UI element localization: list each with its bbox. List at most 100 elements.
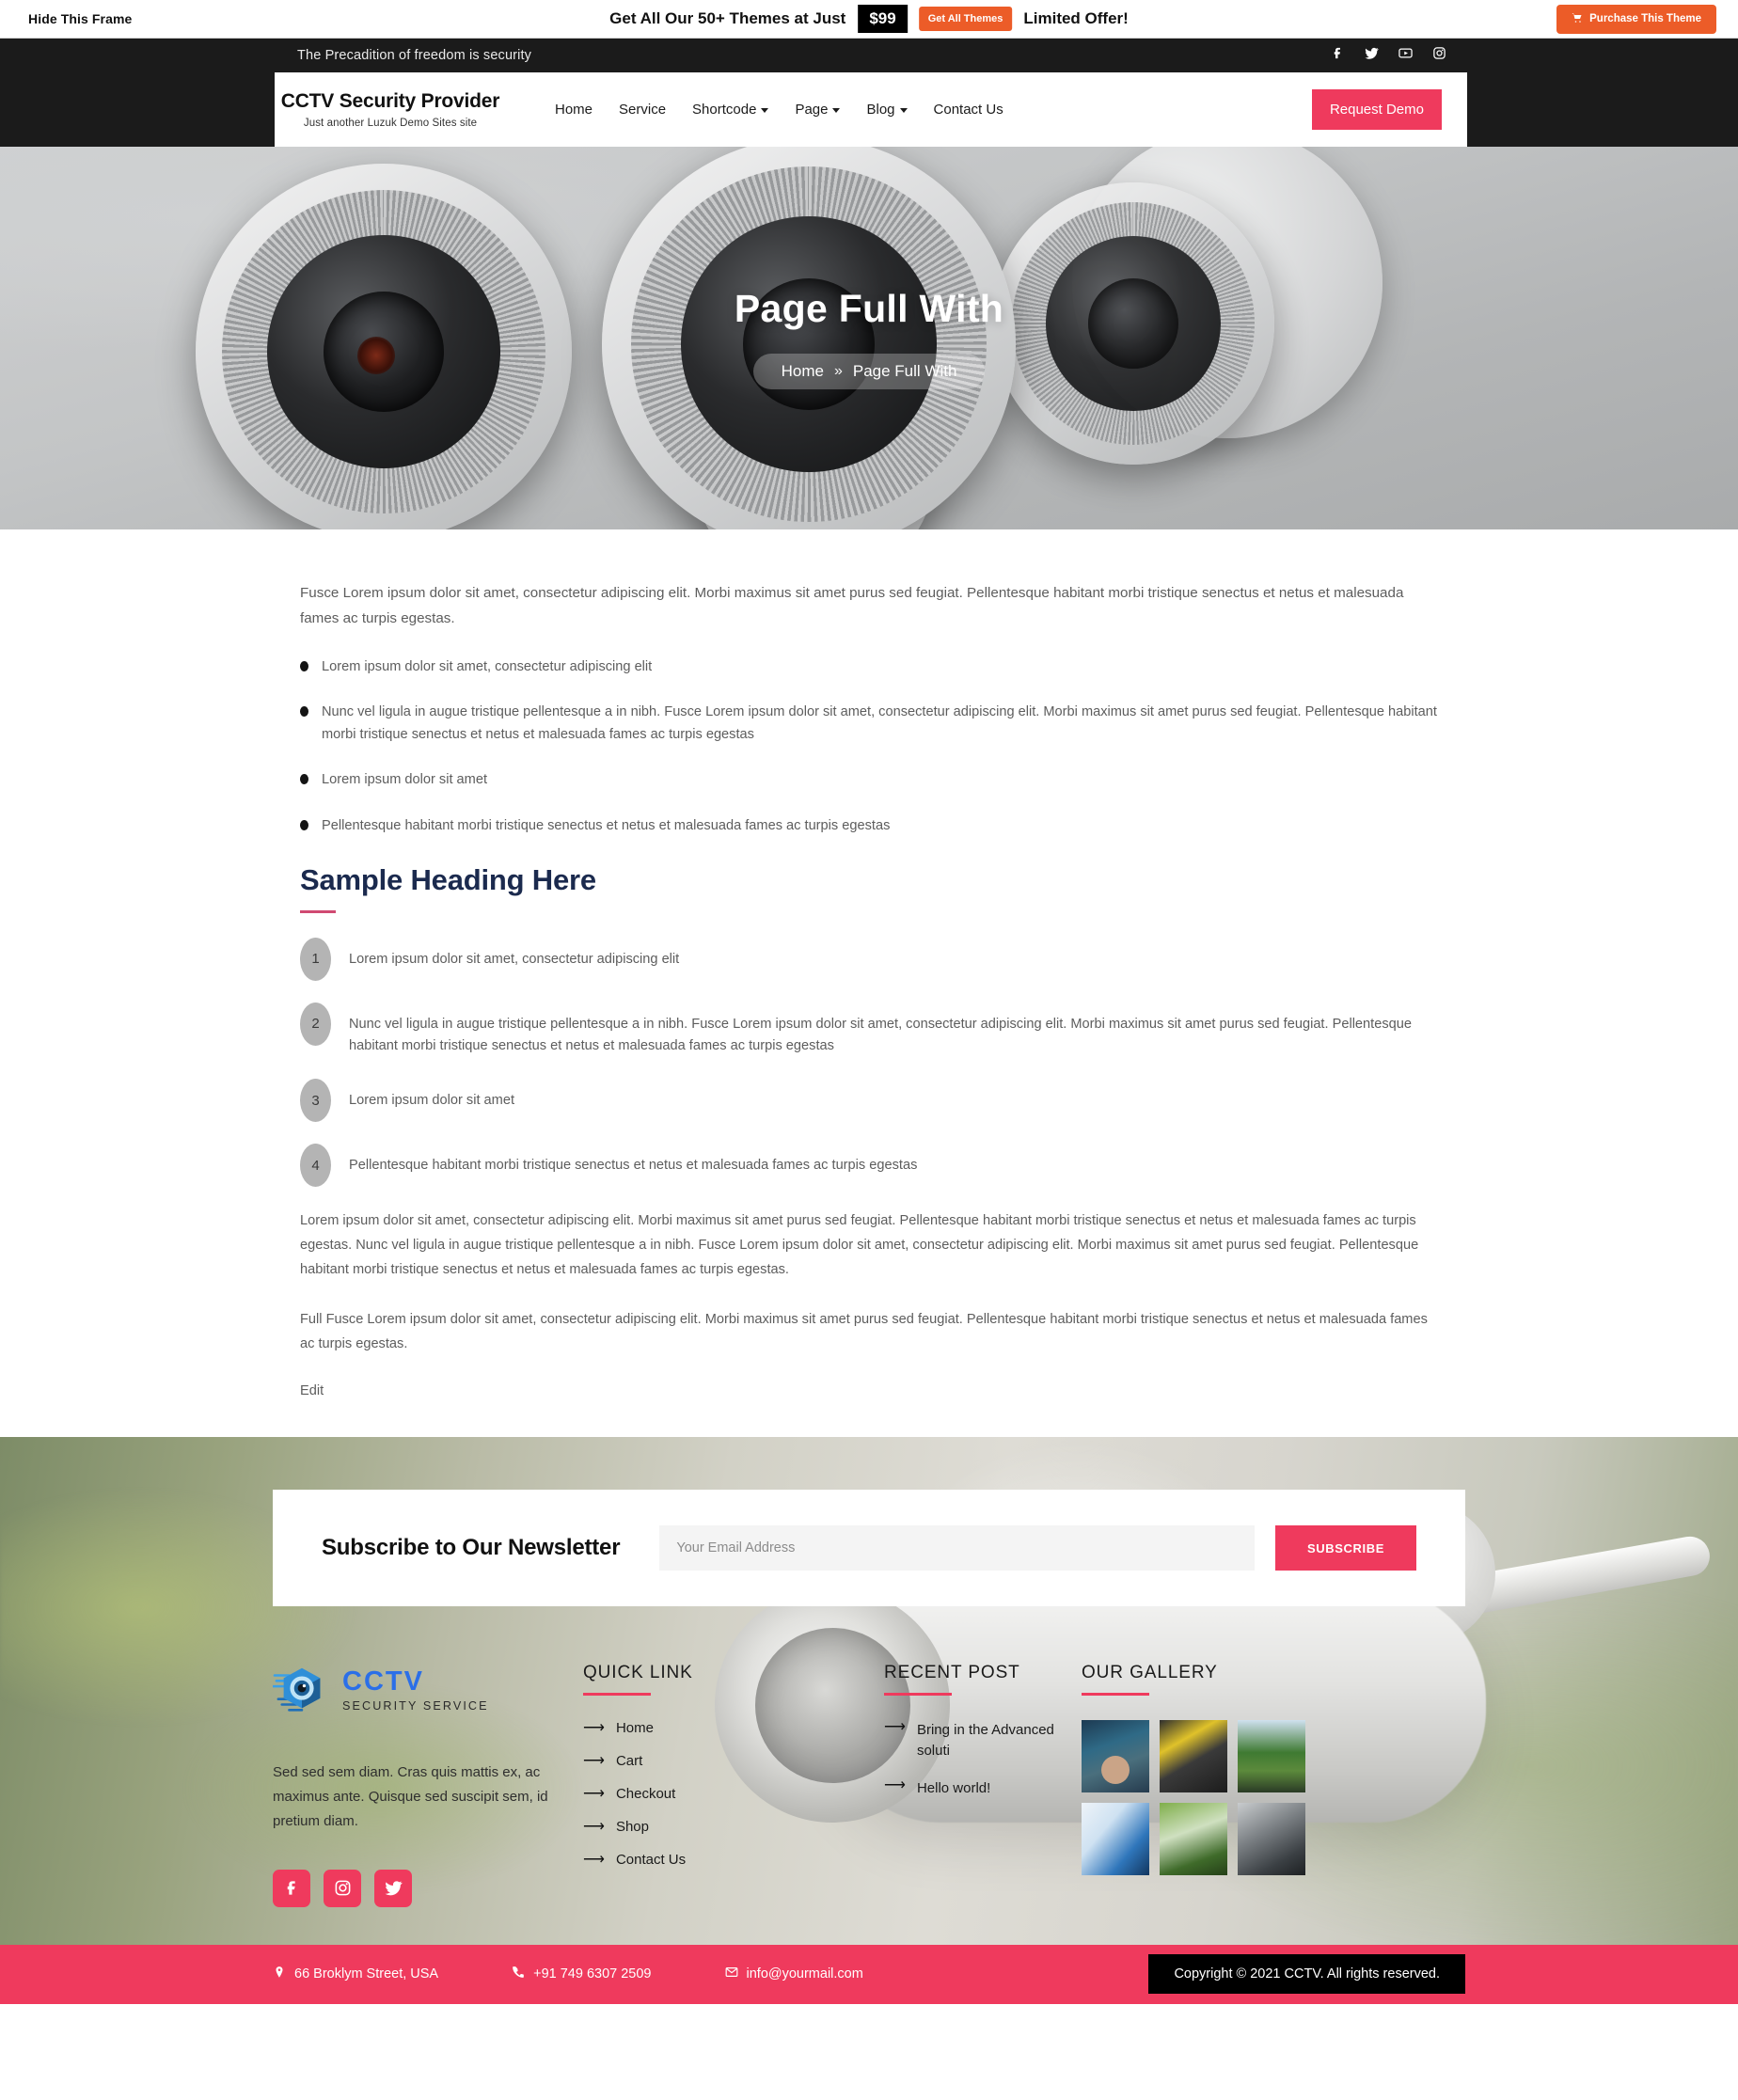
list-item-text: Nunc vel ligula in augue tristique pelle…: [349, 1016, 1412, 1053]
quick-link-label: Contact Us: [615, 1852, 687, 1869]
footer-logo[interactable]: CCTV SECURITY SERVICE: [271, 1661, 583, 1719]
column-underline: [583, 1693, 651, 1697]
nav-label: Service: [619, 102, 667, 118]
phone-icon: [512, 1966, 525, 1982]
gallery-thumb-camera-closeup-screwdriver[interactable]: [1238, 1803, 1305, 1876]
brand-tagline: Just another Luzuk Demo Sites site: [303, 117, 478, 129]
top-info-bar: The Precadition of freedom is security: [0, 39, 1738, 72]
location-pin-icon: [273, 1966, 286, 1982]
newsletter-title: Subscribe to Our Newsletter: [322, 1535, 621, 1561]
quick-link-contact-us[interactable]: ⟶ Contact Us: [583, 1852, 884, 1868]
facebook-icon[interactable]: [1331, 46, 1345, 65]
chevron-down-icon: [832, 108, 841, 113]
header-band: CCTV Security Provider Just another Luzu…: [0, 72, 1738, 147]
nav-item-contact-us[interactable]: Contact Us: [921, 102, 1017, 118]
instagram-icon[interactable]: [1432, 46, 1446, 65]
site-footer: Subscribe to Our Newsletter SUBSCRIBE: [0, 1437, 1738, 2004]
arrow-right-icon: ⟶: [583, 1785, 605, 1802]
footer-address-label: 66 Broklym Street, USA: [294, 1966, 439, 1982]
frame-offer-group: Get All Our 50+ Themes at Just $99 Get A…: [609, 5, 1129, 33]
chevron-down-icon: [899, 108, 908, 113]
request-demo-button[interactable]: Request Demo: [1311, 89, 1442, 130]
list-item: 1 Lorem ipsum dolor sit amet, consectetu…: [300, 937, 1438, 981]
twitter-icon[interactable]: [374, 1869, 412, 1907]
arrow-right-icon: ⟶: [583, 1851, 605, 1868]
gallery-thumb-outdoor-gate-camera[interactable]: [1238, 1720, 1305, 1793]
list-number-badge: 3: [300, 1079, 331, 1123]
brand[interactable]: CCTV Security Provider Just another Luzu…: [275, 90, 500, 129]
footer-about-column: CCTV SECURITY SERVICE Sed sed sem diam. …: [271, 1661, 583, 1907]
breadcrumb-current: Page Full With: [852, 362, 957, 380]
newsletter-section: Subscribe to Our Newsletter SUBSCRIBE: [273, 1490, 1465, 1607]
list-number-badge: 4: [300, 1144, 331, 1188]
site-tagline: The Precadition of freedom is security: [297, 48, 532, 63]
offer-text: Get All Our 50+ Themes at Just: [609, 9, 846, 27]
list-number-badge: 2: [300, 1002, 331, 1046]
hero-content: Page Full With Home » Page Full With: [0, 147, 1738, 529]
brand-title: CCTV Security Provider: [280, 90, 500, 113]
nav-item-shortcode[interactable]: Shortcode: [679, 102, 782, 118]
gallery-thumb-technician-server-room[interactable]: [1082, 1720, 1149, 1793]
edit-link[interactable]: Edit: [300, 1383, 324, 1398]
nav-item-blog[interactable]: Blog: [853, 102, 920, 118]
body-paragraph-2: Full Fusce Lorem ipsum dolor sit amet, c…: [300, 1312, 1428, 1352]
chevron-down-icon: [761, 108, 769, 113]
breadcrumb-separator-icon: »: [833, 363, 843, 379]
quick-link-home[interactable]: ⟶ Home: [583, 1720, 884, 1736]
cart-icon: [1572, 12, 1583, 26]
instagram-icon[interactable]: [324, 1869, 361, 1907]
quick-link-cart[interactable]: ⟶ Cart: [583, 1753, 884, 1769]
site-wrapper: The Precadition of freedom is security C…: [0, 39, 1738, 2004]
nav-item-home[interactable]: Home: [542, 102, 606, 118]
twitter-icon[interactable]: [1365, 46, 1379, 65]
hide-frame-link[interactable]: Hide This Frame: [28, 11, 132, 26]
footer-recent-post-column: RECENT POST ⟶ Bring in the Advanced solu…: [884, 1661, 1082, 1906]
footer-logo-text: CCTV SECURITY SERVICE: [342, 1666, 489, 1713]
list-item-text: Lorem ipsum dolor sit amet, consectetur …: [349, 951, 680, 967]
recent-post-label: Hello world!: [916, 1779, 991, 1796]
arrow-right-icon: ⟶: [884, 1776, 906, 1793]
quick-link-label: Home: [615, 1720, 654, 1737]
get-all-themes-button[interactable]: Get All Themes: [918, 7, 1013, 31]
quick-link-label: Cart: [615, 1753, 643, 1770]
content-container: Fusce Lorem ipsum dolor sit amet, consec…: [300, 581, 1438, 1399]
column-title: OUR GALLERY: [1082, 1663, 1218, 1683]
youtube-icon[interactable]: [1398, 46, 1413, 65]
column-title: QUICK LINK: [583, 1663, 693, 1683]
footer-about-text: Sed sed sem diam. Cras quis mattis ex, a…: [273, 1764, 548, 1829]
quick-link-checkout[interactable]: ⟶ Checkout: [583, 1786, 884, 1802]
facebook-icon[interactable]: [273, 1869, 310, 1907]
subscribe-button[interactable]: SUBSCRIBE: [1275, 1525, 1416, 1571]
purchase-theme-label: Purchase This Theme: [1589, 13, 1701, 24]
page-title: Page Full With: [734, 287, 1004, 330]
email-input[interactable]: [659, 1525, 1256, 1571]
numbered-list: 1 Lorem ipsum dolor sit amet, consectetu…: [300, 937, 1438, 1188]
nav-label: Home: [555, 102, 593, 118]
purchase-theme-button[interactable]: Purchase This Theme: [1556, 4, 1716, 34]
list-item: Lorem ipsum dolor sit amet: [300, 768, 1438, 791]
bullet-list: Lorem ipsum dolor sit amet, consectetur …: [300, 655, 1438, 836]
quick-link-shop[interactable]: ⟶ Shop: [583, 1819, 884, 1835]
footer-logo-subtitle: SECURITY SERVICE: [342, 1698, 489, 1713]
nav-item-page[interactable]: Page: [782, 102, 853, 118]
footer-logo-title: CCTV: [342, 1666, 424, 1697]
footer-address: 66 Broklym Street, USA: [273, 1966, 438, 1982]
cctv-eye-logo-icon: [271, 1661, 331, 1719]
arrow-right-icon: ⟶: [583, 1818, 605, 1835]
nav-item-service[interactable]: Service: [606, 102, 679, 118]
footer-columns: CCTV SECURITY SERVICE Sed sed sem diam. …: [271, 1606, 1465, 1944]
list-item: Lorem ipsum dolor sit amet, consectetur …: [300, 655, 1438, 678]
quick-link-label: Shop: [615, 1819, 649, 1836]
recent-post-item[interactable]: ⟶ Bring in the Advanced soluti: [884, 1720, 1082, 1761]
nav-label: Shortcode: [692, 102, 757, 118]
list-item: 3 Lorem ipsum dolor sit amet: [300, 1079, 1438, 1123]
section-heading: Sample Heading Here: [300, 862, 596, 896]
gallery-thumb-cable-tools-installation[interactable]: [1160, 1720, 1227, 1793]
hero-banner: Page Full With Home » Page Full With: [0, 147, 1738, 529]
breadcrumb-home[interactable]: Home: [782, 362, 824, 381]
arrow-right-icon: ⟶: [884, 1719, 906, 1736]
gallery-thumb-white-camera-foliage[interactable]: [1160, 1803, 1227, 1876]
gallery-thumb-security-lock-network[interactable]: [1082, 1803, 1149, 1876]
main-navigation: Home Service Shortcode Page Blog Contact…: [542, 102, 1312, 118]
recent-post-item[interactable]: ⟶ Hello world!: [884, 1776, 1082, 1799]
